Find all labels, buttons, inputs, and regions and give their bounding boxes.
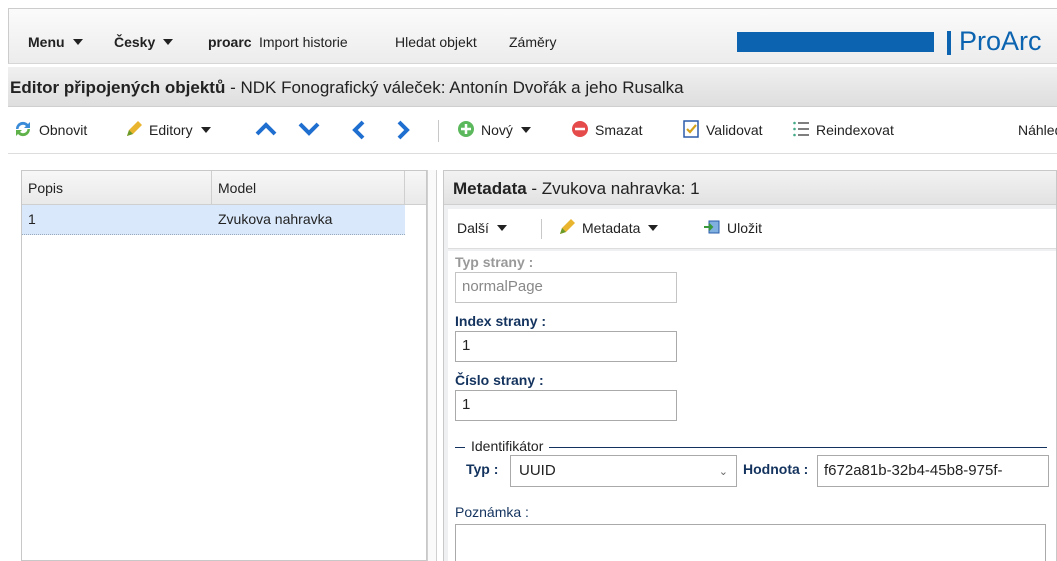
brand-separator [947, 31, 951, 55]
metadata-form: Typ strany : normalPage Index strany : 1… [448, 251, 1056, 561]
brand-logo: ProArc [959, 26, 1042, 56]
page-title-bold: Editor připojených objektů [10, 78, 226, 97]
metadata-title-bold: Metadata [453, 179, 527, 198]
language-dropdown[interactable]: Česky [114, 34, 174, 50]
column-header-model[interactable]: Model [212, 171, 405, 205]
note-label: Poznámka : [455, 504, 529, 520]
table-row[interactable]: 1 Zvukova nahravka [22, 205, 405, 235]
language-label: Česky [114, 34, 156, 50]
identifier-type-value: UUID [519, 462, 556, 479]
reindex-button[interactable]: Reindexovat [792, 121, 894, 140]
identifier-fieldset: Identifikátor Typ : UUID ⌄ Hodnota : f67… [455, 438, 1049, 495]
page-number-field[interactable]: 1 [455, 390, 677, 421]
checklist-icon [683, 120, 699, 139]
column-header-menu[interactable] [405, 171, 426, 205]
cell-model: Zvukova nahravka [218, 211, 333, 227]
refresh-icon [15, 122, 31, 137]
save-icon [704, 220, 720, 234]
save-button[interactable]: Uložit [703, 220, 762, 238]
user-link[interactable]: proarc [208, 34, 252, 50]
chevron-down-icon [200, 127, 211, 134]
editors-label: Editory [149, 122, 193, 138]
metadata-body: Další Metadata Uložit Typ strany : norma… [444, 205, 1056, 561]
metadata-dropdown[interactable]: Metadata [558, 219, 659, 238]
identifier-legend: Identifikátor [465, 438, 550, 454]
more-label: Další [457, 220, 489, 236]
move-up-button[interactable] [255, 122, 283, 139]
reindex-label: Reindexovat [816, 122, 894, 138]
chevron-down-icon [298, 122, 320, 137]
identifier-type-label: Typ : [466, 461, 499, 477]
plus-circle-icon [458, 121, 474, 138]
toolbar-separator [541, 219, 542, 239]
new-label: Nový [481, 122, 513, 138]
intents-link[interactable]: Záměry [509, 34, 556, 50]
save-label: Uložit [727, 220, 763, 236]
identifier-type-select[interactable]: UUID ⌄ [510, 455, 737, 487]
chevron-down-icon [72, 39, 83, 46]
next-button[interactable] [396, 120, 416, 142]
metadata-menu-label: Metadata [582, 220, 641, 236]
delete-button[interactable]: Smazat [571, 121, 643, 140]
validate-label: Validovat [706, 122, 763, 138]
page-number-label: Číslo strany : [455, 372, 544, 388]
pencil-icon [560, 219, 575, 235]
page-type-field: normalPage [455, 272, 677, 303]
chevron-down-icon [496, 225, 507, 232]
page-index-field[interactable]: 1 [455, 331, 677, 362]
editors-dropdown[interactable]: Editory [125, 121, 211, 140]
page-title: Editor připojených objektů - NDK Fonogra… [10, 78, 684, 98]
toolbar-separator [438, 120, 439, 142]
pencil-icon [127, 121, 142, 137]
metadata-toolbar: Další Metadata Uložit [448, 209, 1056, 249]
preview-button[interactable]: Náhled [1018, 122, 1057, 138]
new-dropdown[interactable]: Nový [457, 121, 531, 140]
import-history-link[interactable]: Import historie [259, 34, 348, 50]
menu-dropdown[interactable]: Menu [28, 34, 83, 50]
delete-label: Smazat [595, 122, 643, 138]
chevron-right-icon [397, 120, 410, 140]
minus-circle-icon [572, 121, 588, 138]
previous-button[interactable] [352, 120, 372, 142]
panel-splitter[interactable] [427, 170, 437, 561]
list-icon [793, 121, 809, 137]
refresh-button[interactable]: Obnovit [13, 122, 87, 140]
chevron-down-icon [163, 39, 174, 46]
chevron-left-icon [352, 120, 365, 140]
identifier-value-label: Hodnota : [743, 461, 809, 477]
brand-bar [737, 32, 934, 52]
more-dropdown[interactable]: Další [457, 220, 507, 236]
chevron-down-icon: ⌄ [718, 466, 728, 478]
identifier-value-field[interactable]: f672a81b-32b4-45b8-975f- [817, 455, 1049, 487]
chevron-up-icon [255, 122, 277, 136]
chevron-down-icon [520, 127, 531, 134]
column-header-popis[interactable]: Popis [22, 171, 212, 205]
metadata-panel: Metadata - Zvukova nahravka: 1 Další Met… [443, 170, 1057, 561]
metadata-header: Metadata - Zvukova nahravka: 1 [444, 171, 1056, 205]
metadata-title: Metadata - Zvukova nahravka: 1 [453, 179, 700, 199]
find-object-link[interactable]: Hledat objekt [395, 34, 477, 50]
validate-button[interactable]: Validovat [682, 120, 763, 140]
objects-grid: Popis Model 1 Zvukova nahravka [21, 170, 427, 561]
metadata-title-rest: - Zvukova nahravka: 1 [526, 179, 700, 198]
page-index-label: Index strany : [455, 313, 547, 329]
main-toolbar: Obnovit Editory Nový Smazat Validovat Re… [8, 108, 1057, 154]
top-menu-bar: Menu Česky proarc Import historie Hledat… [8, 8, 1057, 64]
cell-popis: 1 [28, 211, 36, 227]
note-textarea[interactable] [455, 524, 1046, 561]
editor-title-bar: Editor připojených objektů - NDK Fonogra… [8, 67, 1057, 107]
refresh-label: Obnovit [39, 122, 88, 138]
chevron-down-icon [648, 225, 659, 232]
page-title-rest: - NDK Fonografický váleček: Antonín Dvoř… [225, 78, 684, 97]
grid-header: Popis Model [22, 171, 426, 205]
page-type-label: Typ strany : [455, 254, 534, 270]
menu-label: Menu [28, 34, 65, 50]
move-down-button[interactable] [298, 122, 326, 139]
